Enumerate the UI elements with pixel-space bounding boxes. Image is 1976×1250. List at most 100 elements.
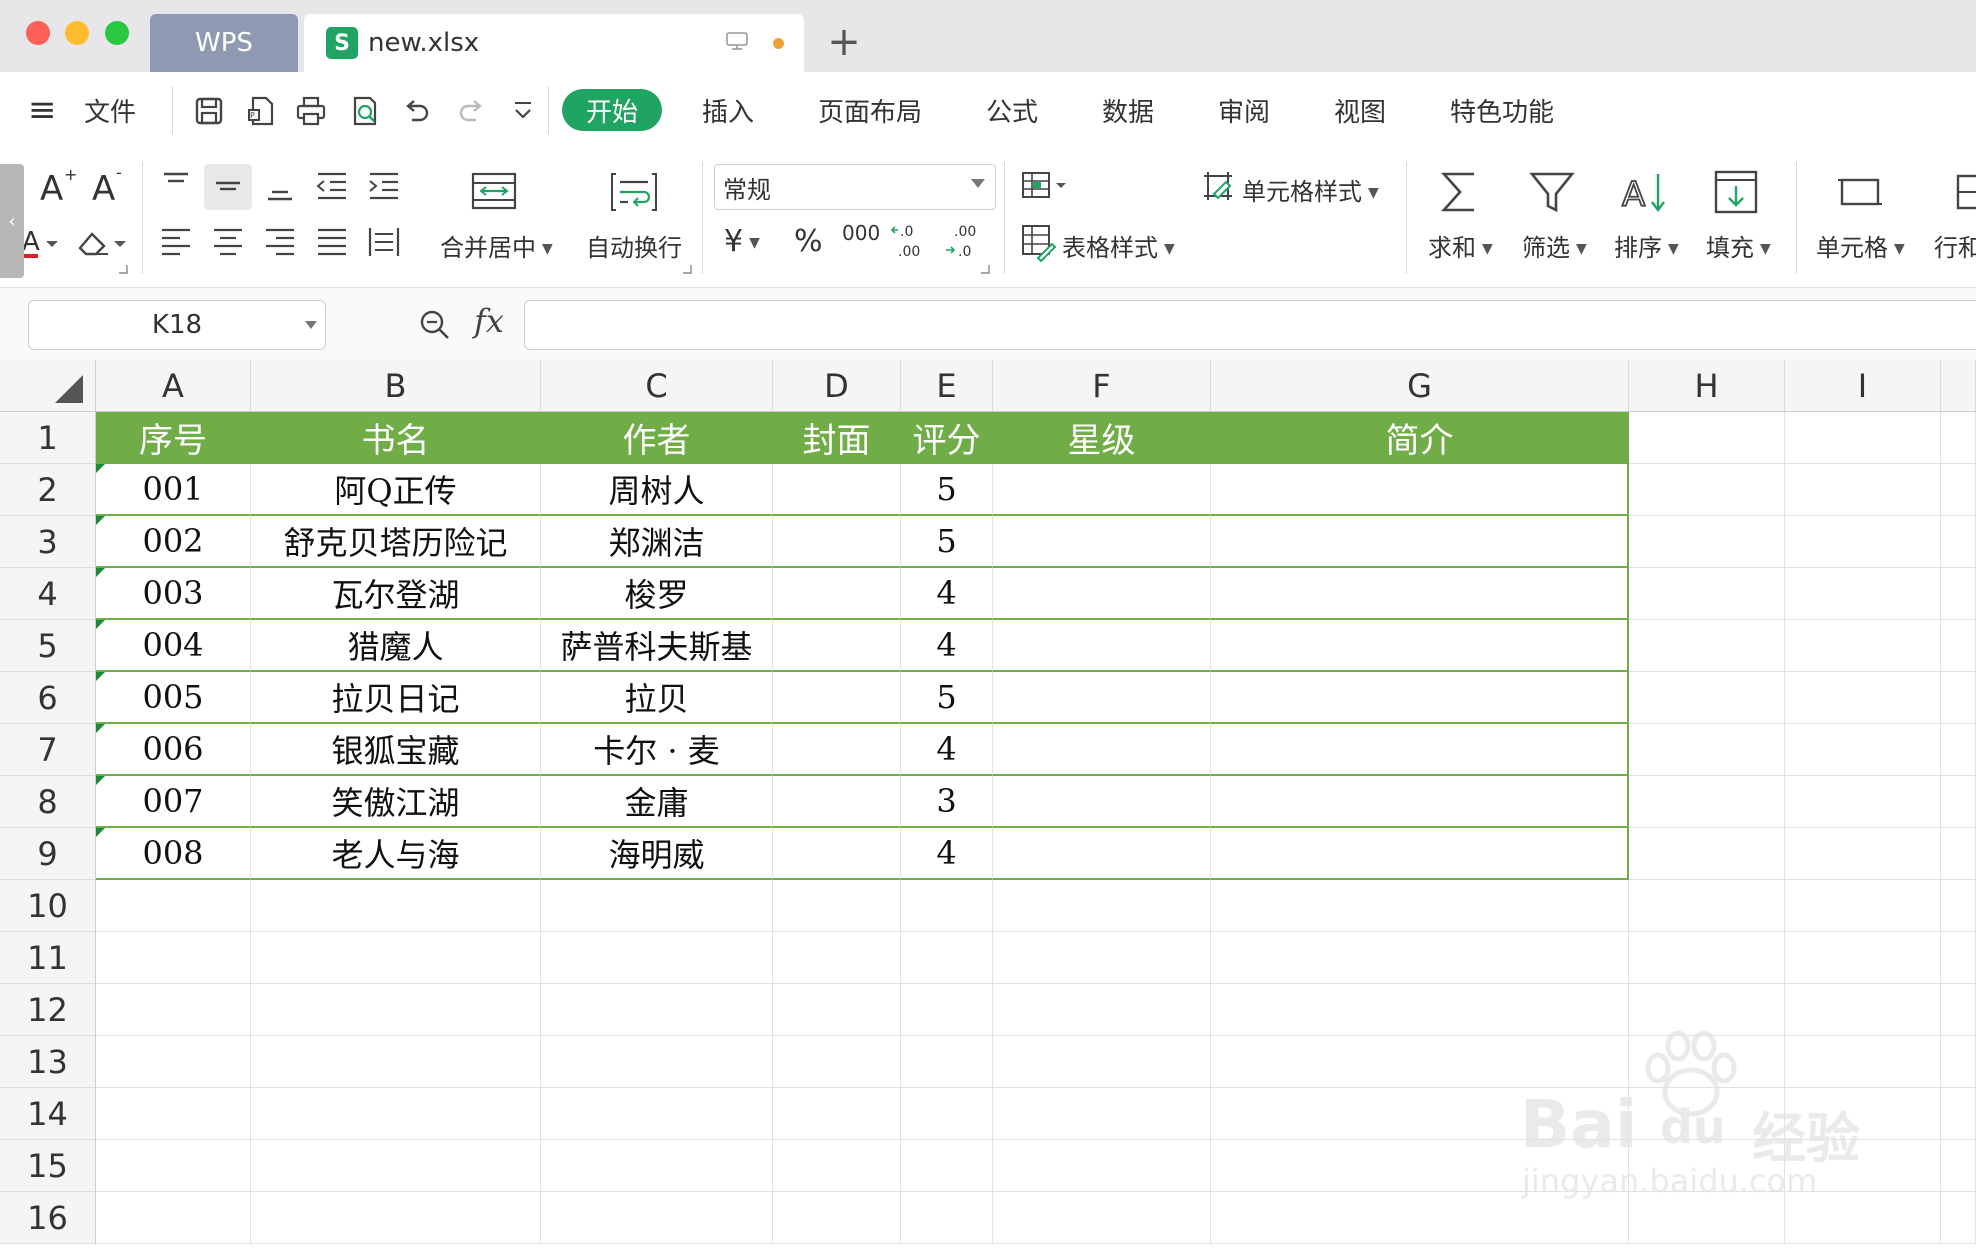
cell-g9[interactable]: [1211, 828, 1629, 880]
currency-format-button[interactable]: ¥ ▼: [724, 224, 760, 259]
column-header-a[interactable]: A: [96, 360, 251, 412]
row-column-button[interactable]: 行和: [1934, 228, 1976, 263]
fill-button[interactable]: 填充 ▼: [1706, 228, 1771, 263]
thousands-separator-button[interactable]: 000: [842, 222, 880, 244]
cell-c14[interactable]: [541, 1088, 773, 1140]
cell-b3[interactable]: 舒克贝塔历险记: [251, 516, 541, 568]
tab-wps-home[interactable]: WPS: [150, 14, 298, 72]
cell-a5[interactable]: 004: [96, 620, 251, 672]
cell-e14[interactable]: [901, 1088, 993, 1140]
cell-overflow[interactable]: [1941, 464, 1976, 516]
cell-e2[interactable]: 5: [901, 464, 993, 516]
row-header-9[interactable]: 9: [0, 828, 96, 880]
sort-icon[interactable]: A: [1620, 168, 1668, 216]
cell-a4[interactable]: 003: [96, 568, 251, 620]
save-icon[interactable]: [192, 94, 226, 128]
decrease-font-size-icon[interactable]: A-: [90, 166, 132, 206]
menu-tab-view[interactable]: 视图: [1334, 72, 1386, 148]
cell-g6[interactable]: [1211, 672, 1629, 724]
cell-e6[interactable]: 5: [901, 672, 993, 724]
cell-i4[interactable]: [1785, 568, 1941, 620]
cell-f2[interactable]: [993, 464, 1211, 516]
cell-b7[interactable]: 银狐宝藏: [251, 724, 541, 776]
undo-icon[interactable]: [400, 94, 434, 128]
cell-h7[interactable]: [1629, 724, 1785, 776]
clear-format-icon[interactable]: [74, 224, 130, 264]
cell-c5[interactable]: 萨普科夫斯基: [541, 620, 773, 672]
cell-e3[interactable]: 5: [901, 516, 993, 568]
merge-center-icon[interactable]: [470, 170, 518, 214]
cell-a7[interactable]: 006: [96, 724, 251, 776]
ribbon-collapse-handle[interactable]: ‹: [0, 164, 24, 278]
cell-a3[interactable]: 002: [96, 516, 251, 568]
cell-d9[interactable]: [773, 828, 901, 880]
cell-f6[interactable]: [993, 672, 1211, 724]
cell-i8[interactable]: [1785, 776, 1941, 828]
alignment-dialog-launcher-icon[interactable]: [682, 264, 692, 274]
cell-c8[interactable]: 金庸: [541, 776, 773, 828]
cell-d6[interactable]: [773, 672, 901, 724]
menu-tab-data[interactable]: 数据: [1102, 72, 1154, 148]
font-dialog-launcher-icon[interactable]: [118, 264, 128, 274]
cell-g10[interactable]: [1211, 880, 1629, 932]
cell-a6[interactable]: 005: [96, 672, 251, 724]
cell-overflow[interactable]: [1941, 1192, 1976, 1244]
cell-a10[interactable]: [96, 880, 251, 932]
menu-tab-insert[interactable]: 插入: [702, 72, 754, 148]
cell-a1[interactable]: 序号: [96, 412, 251, 464]
minimize-window-button[interactable]: [65, 21, 89, 45]
cell-i12[interactable]: [1785, 984, 1941, 1036]
wrap-text-icon[interactable]: [610, 170, 658, 214]
quick-access-more-icon[interactable]: [506, 94, 540, 128]
column-header-h[interactable]: H: [1629, 360, 1785, 412]
cell-c7[interactable]: 卡尔 · 麦: [541, 724, 773, 776]
cell-i2[interactable]: [1785, 464, 1941, 516]
row-header-2[interactable]: 2: [0, 464, 96, 516]
cell-c11[interactable]: [541, 932, 773, 984]
cell-g12[interactable]: [1211, 984, 1629, 1036]
cell-i9[interactable]: [1785, 828, 1941, 880]
cell-d12[interactable]: [773, 984, 901, 1036]
tab-document[interactable]: S new.xlsx: [304, 14, 804, 72]
print-icon[interactable]: [294, 94, 328, 128]
increase-indent-icon[interactable]: [366, 168, 402, 204]
cell-h11[interactable]: [1629, 932, 1785, 984]
row-header-10[interactable]: 10: [0, 880, 96, 932]
cell-a14[interactable]: [96, 1088, 251, 1140]
cell-i7[interactable]: [1785, 724, 1941, 776]
cell-h8[interactable]: [1629, 776, 1785, 828]
cell-f8[interactable]: [993, 776, 1211, 828]
cell-overflow[interactable]: [1941, 516, 1976, 568]
cell-i11[interactable]: [1785, 932, 1941, 984]
align-bottom-icon[interactable]: [262, 168, 298, 204]
cell-a8[interactable]: 007: [96, 776, 251, 828]
row-header-1[interactable]: 1: [0, 412, 96, 464]
row-header-15[interactable]: 15: [0, 1140, 96, 1192]
cell-d14[interactable]: [773, 1088, 901, 1140]
cell-h12[interactable]: [1629, 984, 1785, 1036]
cell-overflow[interactable]: [1941, 984, 1976, 1036]
table-style-icon[interactable]: [1020, 222, 1056, 262]
cell-a12[interactable]: [96, 984, 251, 1036]
cell-e4[interactable]: 4: [901, 568, 993, 620]
print-preview-icon[interactable]: [348, 94, 382, 128]
column-header-g[interactable]: G: [1211, 360, 1629, 412]
cell-f16[interactable]: [993, 1192, 1211, 1244]
cell-d11[interactable]: [773, 932, 901, 984]
cell-f13[interactable]: [993, 1036, 1211, 1088]
cell-f11[interactable]: [993, 932, 1211, 984]
cell-e15[interactable]: [901, 1140, 993, 1192]
cell-b6[interactable]: 拉贝日记: [251, 672, 541, 724]
row-column-icon[interactable]: [1952, 172, 1976, 212]
row-header-14[interactable]: 14: [0, 1088, 96, 1140]
align-middle-icon[interactable]: [210, 168, 246, 204]
name-box[interactable]: K18: [28, 300, 326, 350]
cell-g4[interactable]: [1211, 568, 1629, 620]
hamburger-menu-icon[interactable]: ≡: [28, 72, 57, 148]
cell-f7[interactable]: [993, 724, 1211, 776]
cell-overflow[interactable]: [1941, 672, 1976, 724]
cell-c12[interactable]: [541, 984, 773, 1036]
cell-c13[interactable]: [541, 1036, 773, 1088]
cell-overflow[interactable]: [1941, 880, 1976, 932]
cell-d16[interactable]: [773, 1192, 901, 1244]
